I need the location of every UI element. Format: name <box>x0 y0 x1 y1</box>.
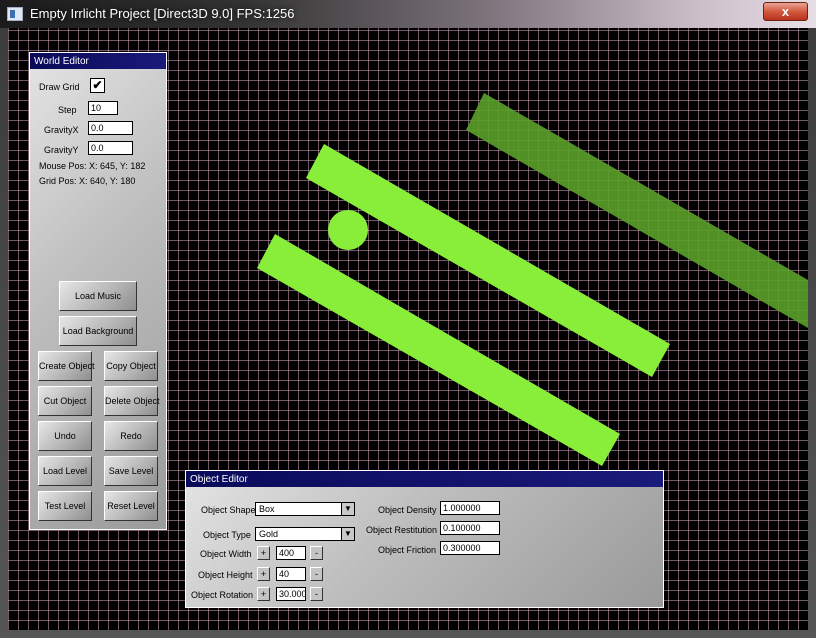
draw-grid-checkbox[interactable]: ✔ <box>90 78 105 93</box>
load-music-button[interactable]: Load Music <box>59 281 137 311</box>
height-decrease-button[interactable]: - <box>310 567 323 581</box>
object-shape-select[interactable]: Box ▼ <box>255 502 355 516</box>
height-increase-button[interactable]: + <box>257 567 270 581</box>
world-editor-panel: World Editor Draw Grid ✔ Step 10 Gravity… <box>29 52 167 530</box>
gravity-y-label: GravityY <box>44 145 79 155</box>
object-density-label: Object Density <box>378 505 437 515</box>
grid-pos-readout: Grid Pos: X: 640, Y: 180 <box>39 176 136 186</box>
object-rotation-label: Object Rotation <box>191 590 254 600</box>
object-friction-input[interactable]: 0.300000 <box>440 541 500 555</box>
create-object-button[interactable]: Create Object <box>38 351 95 381</box>
rotation-decrease-button[interactable]: - <box>310 587 323 601</box>
gravity-x-label: GravityX <box>44 125 79 135</box>
app-icon <box>7 7 23 21</box>
object-editor-title: Object Editor <box>186 471 663 487</box>
object-rotation-input[interactable]: 30.000 <box>276 587 306 601</box>
object-editor-panel: Object Editor Object Shape Box ▼ Object … <box>185 470 664 608</box>
test-level-button[interactable]: Test Level <box>38 491 92 521</box>
object-restitution-label: Object Restitution <box>366 525 438 535</box>
object-restitution-input[interactable]: 0.100000 <box>440 521 500 535</box>
title-bar[interactable]: Empty Irrlicht Project [Direct3D 9.0] FP… <box>0 0 816 28</box>
world-object-circle[interactable] <box>328 210 368 250</box>
load-background-button[interactable]: Load Background <box>59 316 137 346</box>
application-window: Empty Irrlicht Project [Direct3D 9.0] FP… <box>0 0 816 638</box>
window-title: Empty Irrlicht Project [Direct3D 9.0] FP… <box>30 6 295 21</box>
reset-level-button[interactable]: Reset Level <box>104 491 158 521</box>
rotation-increase-button[interactable]: + <box>257 587 270 601</box>
world-editor-title: World Editor <box>30 53 166 69</box>
object-friction-label: Object Friction <box>378 545 437 555</box>
redo-button[interactable]: Redo <box>104 421 158 451</box>
object-width-input[interactable]: 400 <box>276 546 306 560</box>
undo-button[interactable]: Undo <box>38 421 92 451</box>
object-density-input[interactable]: 1.000000 <box>440 501 500 515</box>
load-level-button[interactable]: Load Level <box>38 456 92 486</box>
object-shape-label: Object Shape <box>201 505 256 515</box>
step-label: Step <box>58 105 77 115</box>
object-type-label: Object Type <box>203 530 251 540</box>
save-level-button[interactable]: Save Level <box>104 456 158 486</box>
object-type-value: Gold <box>259 529 279 539</box>
world-object-box[interactable] <box>257 234 620 466</box>
close-button[interactable]: x <box>763 2 808 21</box>
gravity-y-input[interactable]: 0.0 <box>88 141 133 155</box>
object-shape-value: Box <box>259 504 275 514</box>
object-height-input[interactable]: 40 <box>276 567 306 581</box>
cut-object-button[interactable]: Cut Object <box>38 386 92 416</box>
gravity-x-input[interactable]: 0.0 <box>88 121 133 135</box>
width-decrease-button[interactable]: - <box>310 546 323 560</box>
copy-object-button[interactable]: Copy Object <box>104 351 158 381</box>
width-increase-button[interactable]: + <box>257 546 270 560</box>
object-type-select[interactable]: Gold ▼ <box>255 527 355 541</box>
mouse-pos-readout: Mouse Pos: X: 645, Y: 182 <box>39 161 146 171</box>
draw-grid-label: Draw Grid <box>39 82 80 92</box>
delete-object-button[interactable]: Delete Object <box>104 386 160 416</box>
object-width-label: Object Width <box>200 549 252 559</box>
chevron-down-icon[interactable]: ▼ <box>341 528 354 540</box>
step-input[interactable]: 10 <box>88 101 118 115</box>
chevron-down-icon[interactable]: ▼ <box>341 503 354 515</box>
object-height-label: Object Height <box>198 570 253 580</box>
